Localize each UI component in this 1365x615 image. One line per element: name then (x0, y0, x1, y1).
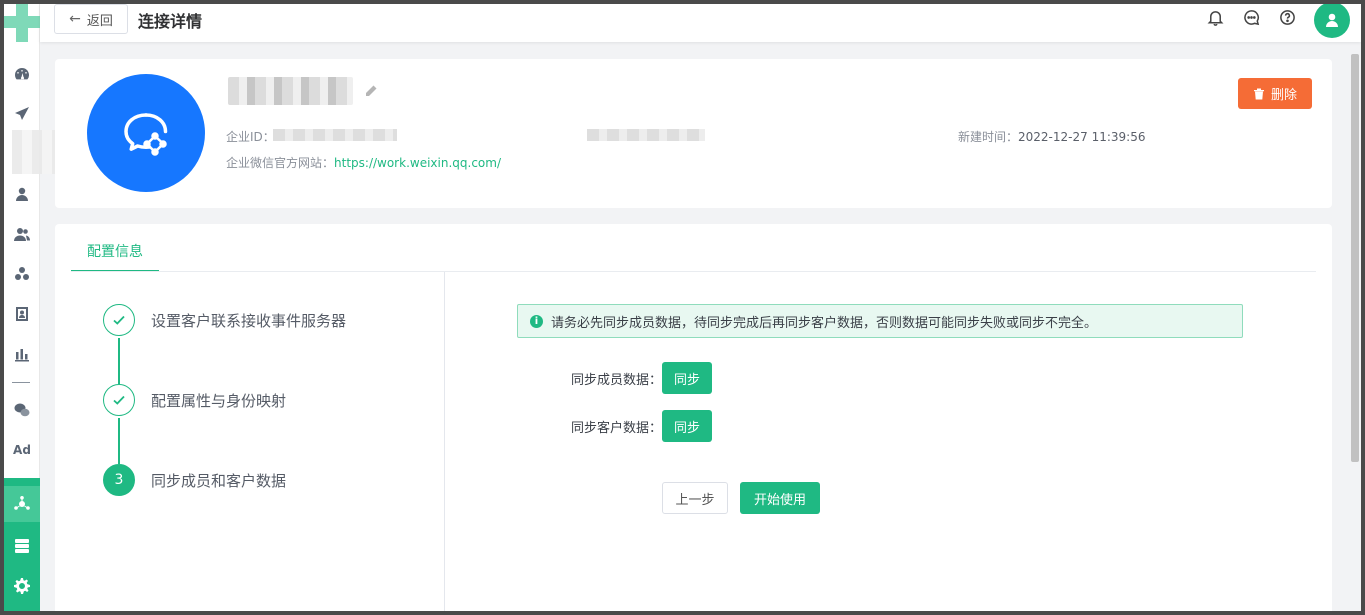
corp-website-label: 企业微信官方网站： (226, 156, 335, 170)
step-connector (118, 338, 120, 384)
dashboard-icon[interactable] (4, 60, 40, 88)
user-icon (1326, 13, 1338, 27)
sync-members-button[interactable]: 同步 (662, 362, 713, 394)
steps-divider (444, 272, 445, 611)
back-button[interactable]: ← 返回 (54, 4, 128, 34)
tab-config-info[interactable]: 配置信息 (71, 238, 159, 272)
server-icon[interactable] (4, 532, 40, 560)
top-header: ← 返回 连接详情 (40, 4, 1361, 42)
ad-icon[interactable]: Ad (4, 436, 40, 464)
edit-pencil-icon[interactable] (364, 83, 378, 97)
created-time-label: 新建时间： (958, 130, 1019, 144)
sync-members-label: 同步成员数据： (570, 372, 662, 388)
step-1: 设置客户联系接收事件服务器 (103, 304, 346, 336)
corp-website: 企业微信官方网站：https://work.weixin.qq.com/ (226, 154, 501, 171)
corp-id-redacted (273, 129, 397, 141)
settings-gear-icon[interactable] (4, 572, 40, 600)
corp-website-link[interactable]: https://work.weixin.qq.com/ (334, 156, 501, 170)
step-2-label: 配置属性与身份映射 (151, 391, 287, 410)
step-1-label: 设置客户联系接收事件服务器 (151, 311, 347, 330)
sync-members-row: 同步成员数据： 同步 (565, 362, 713, 394)
user-avatar[interactable] (1314, 4, 1350, 38)
step-3: 3 同步成员和客户数据 (103, 464, 286, 496)
wecom-logo-icon (87, 74, 205, 192)
sidebar-divider (12, 382, 30, 383)
step-3-label: 同步成员和客户数据 (151, 471, 287, 490)
created-time-value: 2022-12-27 11:39:56 (1018, 130, 1146, 144)
bell-icon[interactable] (1206, 8, 1224, 26)
step-3-number: 3 (103, 464, 135, 496)
sidebar-bottom-group (4, 478, 40, 611)
corp-secret-redacted (587, 129, 705, 141)
info-icon: i (530, 314, 543, 328)
sync-customers-label: 同步客户数据： (570, 420, 662, 436)
user-group-icon[interactable] (4, 220, 40, 248)
corp-info-card: 企业ID： 新建时间：2022-12-27 11:39:56 企业微信官方网站：… (55, 59, 1332, 208)
alert-text: 请务必先同步成员数据，待同步完成后再同步客户数据，否则数据可能同步失败或同步不完… (551, 315, 1098, 331)
step-2: 配置属性与身份映射 (103, 384, 286, 416)
start-using-button[interactable]: 开始使用 (740, 482, 820, 514)
send-icon[interactable] (4, 100, 40, 128)
user-icon[interactable] (4, 180, 40, 208)
page-scrollbar[interactable] (1351, 54, 1359, 462)
check-icon (103, 384, 135, 416)
back-button-label: 返回 (86, 13, 113, 29)
sync-customers-row: 同步客户数据： 同步 (565, 410, 713, 442)
sync-warning-alert: i 请务必先同步成员数据，待同步完成后再同步客户数据，否则数据可能同步失败或同步… (517, 304, 1243, 338)
tab-divider (71, 271, 1316, 272)
corp-name-redacted (228, 77, 353, 105)
page-title: 连接详情 (138, 12, 203, 31)
delete-button-label: 删除 (1270, 88, 1297, 103)
sidebar: Ad (4, 4, 62, 611)
step-connector (118, 418, 120, 464)
corp-id-label: 企业ID： (226, 130, 275, 144)
connector-hub-icon[interactable] (4, 490, 40, 518)
message-icon[interactable] (1242, 8, 1260, 26)
arrow-left-icon: ← (69, 11, 81, 27)
created-time: 新建时间：2022-12-27 11:39:56 (958, 128, 1145, 145)
contact-card-icon[interactable] (4, 300, 40, 328)
delete-button[interactable]: 删除 (1238, 78, 1312, 109)
check-icon (103, 304, 135, 336)
app-logo[interactable] (4, 4, 40, 44)
prev-step-button[interactable]: 上一步 (662, 482, 728, 514)
sync-customers-button[interactable]: 同步 (662, 410, 713, 442)
trash-icon (1253, 88, 1264, 99)
help-icon[interactable] (1278, 8, 1296, 26)
bar-chart-icon[interactable] (4, 340, 40, 368)
wechat-icon[interactable] (4, 396, 40, 424)
app-window: Ad ← 返回 连接详情 企业ID： 新建时间：2022-12-27 11:39… (4, 4, 1361, 611)
cluster-icon[interactable] (4, 260, 40, 288)
config-card: 配置信息 设置客户联系接收事件服务器 配置属性与身份映射 3 同步成员和客户数据… (55, 224, 1332, 611)
